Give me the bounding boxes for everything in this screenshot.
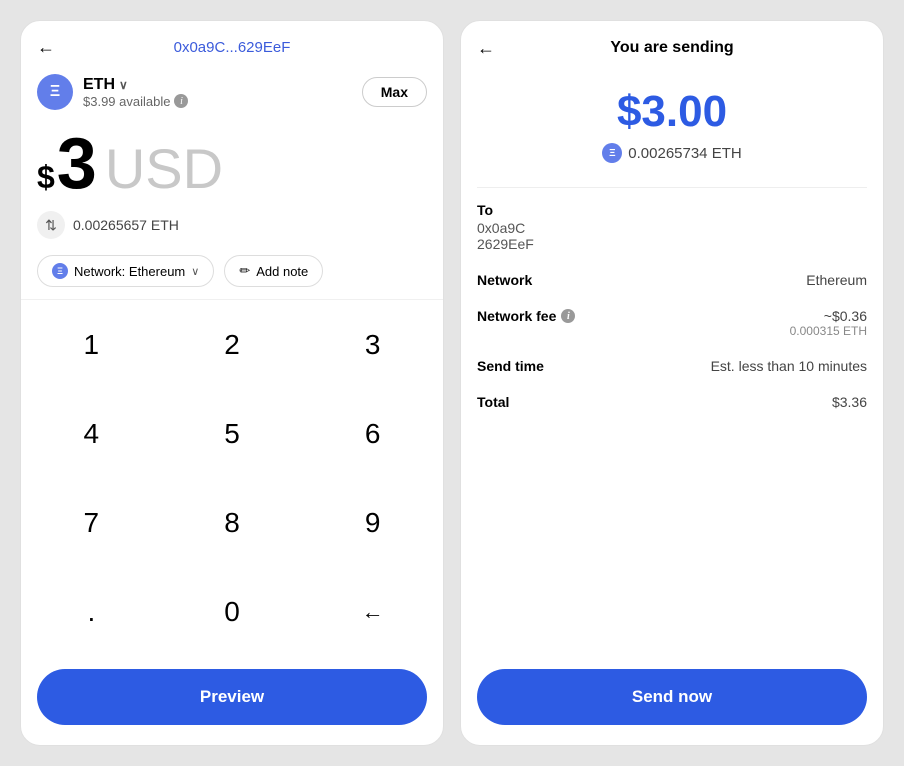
sending-eth-text: 0.00265734 ETH [628,145,741,162]
to-address-line1: 0x0a9C [477,220,867,236]
numpad: 1 2 3 4 5 6 7 8 9 . 0 ← [21,299,443,657]
detail-section: To 0x0a9C 2629EeF Network Ethereum Netwo… [461,188,883,430]
numpad-key-2[interactable]: 2 [162,300,303,389]
dollar-sign: $ [37,159,55,196]
network-chevron-icon: ∨ [191,265,199,278]
fee-label: Network fee i [477,308,575,324]
eth-equiv-text: 0.00265657 ETH [73,217,179,233]
balance-info-icon[interactable]: i [174,94,188,108]
sending-eth-icon: Ξ [602,143,622,163]
network-value: Ethereum [806,272,867,288]
numpad-key-0[interactable]: 0 [162,568,303,657]
send-time-value: Est. less than 10 minutes [711,358,867,374]
pencil-icon: ✏ [239,263,250,279]
numpad-key-5[interactable]: 5 [162,389,303,478]
to-label: To [477,202,867,218]
network-detail-value: Ethereum [806,272,867,288]
numpad-key-7[interactable]: 7 [21,479,162,568]
right-panel: ← You are sending $3.00 Ξ 0.00265734 ETH… [460,20,884,746]
amount-number: 3 [57,128,97,200]
send-now-button[interactable]: Send now [477,669,867,725]
fee-usd: ~$0.36 [790,308,867,324]
send-time-row: Send time Est. less than 10 minutes [477,358,867,374]
swap-icon[interactable]: ⇅ [37,211,65,239]
right-header-title: You are sending [610,39,733,57]
send-time-text: Est. less than 10 minutes [711,358,867,374]
numpad-key-3[interactable]: 3 [302,300,443,389]
total-value: $3.36 [832,394,867,410]
network-button[interactable]: Ξ Network: Ethereum ∨ [37,255,214,287]
sending-eth-row: Ξ 0.00265734 ETH [477,143,867,163]
backspace-icon: ← [362,599,384,625]
fee-eth: 0.000315 ETH [790,324,867,338]
total-row: Total $3.36 [477,394,867,410]
left-header: ← 0x0a9C...629EeF [21,21,443,66]
numpad-key-1[interactable]: 1 [21,300,162,389]
to-address-line2: 2629EeF [477,236,867,252]
sending-usd: $3.00 [477,87,867,137]
network-label: Network: Ethereum [74,264,185,279]
to-row: To 0x0a9C 2629EeF [477,202,867,252]
token-balance: $3.99 available i [83,94,188,109]
chevron-down-icon: ∨ [119,78,128,92]
numpad-key-9[interactable]: 9 [302,479,443,568]
controls-row: Ξ Network: Ethereum ∨ ✏ Add note [21,249,443,299]
send-time-label: Send time [477,358,544,374]
left-back-arrow[interactable]: ← [37,37,55,58]
add-note-label: Add note [256,264,308,279]
token-label[interactable]: ETH ∨ [83,76,188,94]
sending-amount: $3.00 Ξ 0.00265734 ETH [461,67,883,173]
numpad-key-8[interactable]: 8 [162,479,303,568]
numpad-key-dot[interactable]: . [21,568,162,657]
fee-row: Network fee i ~$0.36 0.000315 ETH [477,308,867,338]
token-name-row: ETH ∨ $3.99 available i [83,76,188,109]
network-eth-icon: Ξ [52,263,68,279]
send-btn-wrap: Send now [461,657,883,745]
max-button[interactable]: Max [362,77,427,107]
eth-equiv-row: ⇅ 0.00265657 ETH [21,205,443,249]
numpad-key-6[interactable]: 6 [302,389,443,478]
preview-btn-wrap: Preview [21,657,443,745]
right-back-arrow[interactable]: ← [477,38,495,59]
token-row: Ξ ETH ∨ $3.99 available i Max [21,66,443,118]
preview-button[interactable]: Preview [37,669,427,725]
amount-display: $ 3 USD [21,118,443,205]
fee-info-icon[interactable]: i [561,309,575,323]
numpad-key-4[interactable]: 4 [21,389,162,478]
numpad-key-backspace[interactable]: ← [302,568,443,657]
token-info: Ξ ETH ∨ $3.99 available i [37,74,188,110]
left-panel: ← 0x0a9C...629EeF Ξ ETH ∨ $3.99 availabl… [20,20,444,746]
address-link[interactable]: 0x0a9C...629EeF [174,39,291,56]
network-row: Network Ethereum [477,272,867,288]
total-label: Total [477,394,509,410]
add-note-button[interactable]: ✏ Add note [224,255,323,287]
amount-currency: USD [105,136,223,201]
eth-token-icon: Ξ [37,74,73,110]
fee-value: ~$0.36 0.000315 ETH [790,308,867,338]
network-detail-label: Network [477,272,532,288]
right-header: ← You are sending [461,21,883,67]
